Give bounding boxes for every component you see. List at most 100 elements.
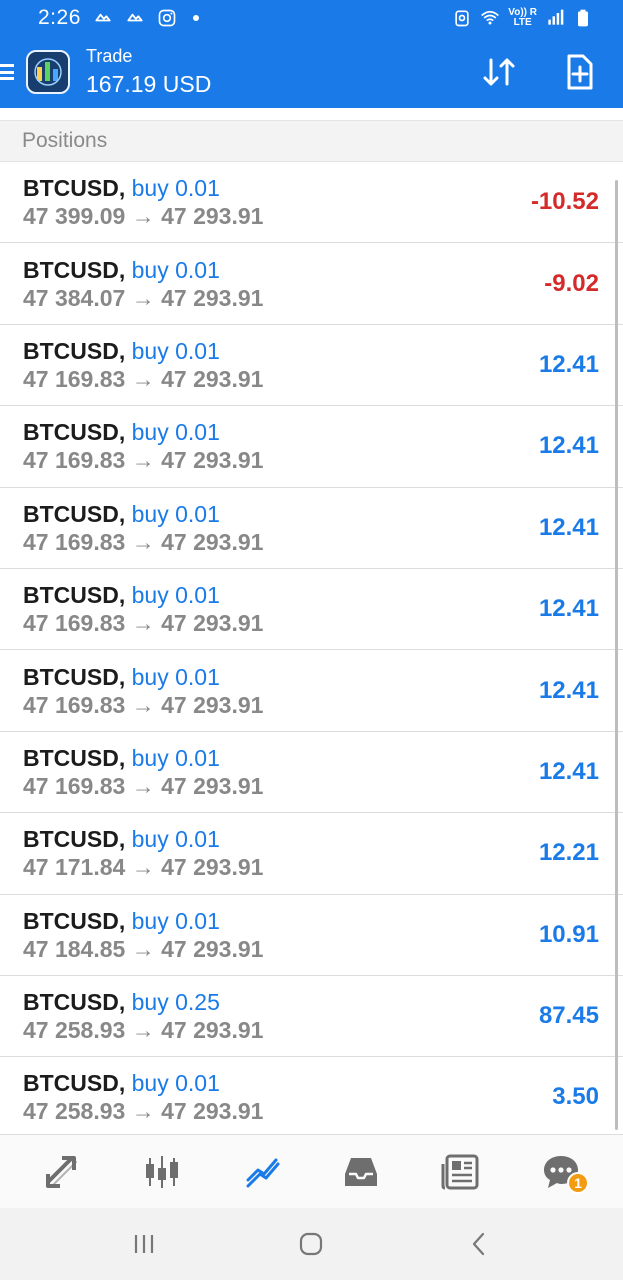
position-row[interactable]: BTCUSD, buy 0.01 47 169.83 → 47 293.91 12.… xyxy=(0,650,623,732)
scrollbar[interactable] xyxy=(615,180,618,1130)
position-symbol: BTCUSD xyxy=(23,907,119,934)
arrow-right-icon: → xyxy=(125,935,162,962)
position-profit: 87.45 xyxy=(538,1002,599,1030)
position-row[interactable]: BTCUSD, buy 0.25 47 258.93 → 47 293.91 87.… xyxy=(0,976,623,1058)
position-row[interactable]: BTCUSD, buy 0.01 47 258.93 → 47 293.91 3.5… xyxy=(0,1057,623,1139)
open-price: 47 169.83 xyxy=(23,365,126,392)
position-symbol: BTCUSD xyxy=(23,582,119,609)
current-price: 47 293.91 xyxy=(161,610,264,637)
position-side: buy 0.01 xyxy=(131,826,220,853)
back-button[interactable] xyxy=(449,1214,509,1274)
position-profit: 3.50 xyxy=(552,1083,599,1111)
chart-icon xyxy=(145,1155,178,1188)
nav-messages[interactable]: 1 xyxy=(531,1142,591,1202)
arrow-right-icon: → xyxy=(125,447,162,474)
arrow-right-icon: → xyxy=(125,854,162,881)
position-row[interactable]: BTCUSD, buy 0.01 47 169.83 → 47 293.91 12.… xyxy=(0,732,623,814)
position-row[interactable]: BTCUSD, buy 0.01 47 169.83 → 47 293.91 12.… xyxy=(0,569,623,651)
menu-icon[interactable] xyxy=(0,62,16,82)
new-order-button[interactable] xyxy=(559,52,599,92)
position-side: buy 0.01 xyxy=(131,907,220,934)
position-profit: 12.41 xyxy=(538,432,599,460)
current-price: 47 293.91 xyxy=(161,691,264,718)
position-row[interactable]: BTCUSD, buy 0.01 47 169.83 → 47 293.91 12.… xyxy=(0,325,623,407)
sort-button[interactable] xyxy=(479,52,519,92)
position-title: BTCUSD, buy 0.01 xyxy=(23,581,263,609)
position-side: buy 0.01 xyxy=(131,1070,220,1097)
open-price: 47 169.83 xyxy=(23,772,126,799)
current-price: 47 293.91 xyxy=(161,1017,264,1044)
account-balance: 167.19 USD xyxy=(86,71,212,97)
position-symbol: BTCUSD xyxy=(23,256,119,283)
signal-icon xyxy=(545,8,565,28)
nav-quotes[interactable] xyxy=(32,1142,92,1202)
position-info: BTCUSD, buy 0.01 47 258.93 → 47 293.91 xyxy=(23,1069,263,1125)
position-info: BTCUSD, buy 0.25 47 258.93 → 47 293.91 xyxy=(23,988,263,1044)
new-order-icon xyxy=(567,54,593,90)
open-price: 47 384.07 xyxy=(23,284,126,311)
position-profit: 12.21 xyxy=(538,839,599,867)
separator: , xyxy=(118,1070,132,1097)
position-side: buy 0.01 xyxy=(131,663,220,690)
current-price: 47 293.91 xyxy=(161,447,264,474)
position-row[interactable]: BTCUSD, buy 0.01 47 169.83 → 47 293.91 12.… xyxy=(0,488,623,569)
back-icon xyxy=(473,1232,485,1256)
open-price: 47 184.85 xyxy=(23,935,126,962)
position-profit: 10.91 xyxy=(538,920,599,948)
quotes-icon xyxy=(45,1155,77,1188)
current-price: 47 293.91 xyxy=(161,935,264,962)
position-info: BTCUSD, buy 0.01 47 169.83 → 47 293.91 xyxy=(23,500,263,556)
position-profit: 12.41 xyxy=(538,350,599,378)
position-title: BTCUSD, buy 0.01 xyxy=(23,1069,263,1097)
recent-apps-icon xyxy=(134,1235,153,1253)
current-price: 47 293.91 xyxy=(161,528,264,555)
arrow-right-icon: → xyxy=(125,691,162,718)
nav-news[interactable] xyxy=(431,1142,491,1202)
position-side: buy 0.01 xyxy=(131,500,220,527)
position-info: BTCUSD, buy 0.01 47 169.83 → 47 293.91 xyxy=(23,744,263,800)
nav-history[interactable] xyxy=(331,1142,391,1202)
position-side: buy 0.01 xyxy=(131,744,220,771)
nav-trade[interactable] xyxy=(232,1142,292,1202)
status-right: Vo)) R LTE xyxy=(452,8,593,28)
position-prices: 47 169.83 → 47 293.91 xyxy=(23,528,263,556)
position-profit: -10.52 xyxy=(530,188,599,216)
position-row[interactable]: BTCUSD, buy 0.01 47 169.83 → 47 293.91 12.… xyxy=(0,406,623,488)
position-symbol: BTCUSD xyxy=(23,337,119,364)
nav-chart[interactable] xyxy=(132,1142,192,1202)
current-price: 47 293.91 xyxy=(161,772,264,799)
position-row[interactable]: BTCUSD, buy 0.01 47 184.85 → 47 293.91 10.… xyxy=(0,895,623,976)
battery-icon xyxy=(573,8,593,28)
messages-badge: 1 xyxy=(567,1171,590,1194)
position-info: BTCUSD, buy 0.01 47 169.83 → 47 293.91 xyxy=(23,337,263,393)
position-side: buy 0.01 xyxy=(131,175,220,202)
position-symbol: BTCUSD xyxy=(23,500,119,527)
position-prices: 47 399.09 → 47 293.91 xyxy=(23,202,263,230)
position-symbol: BTCUSD xyxy=(23,663,119,690)
position-title: BTCUSD, buy 0.01 xyxy=(23,337,263,365)
bottom-nav: 1 xyxy=(0,1134,623,1208)
position-row[interactable]: BTCUSD, buy 0.01 47 384.07 → 47 293.91 -9.… xyxy=(0,243,623,325)
app-logo xyxy=(26,50,70,94)
page-title: Trade xyxy=(86,46,133,66)
system-nav xyxy=(0,1208,623,1280)
instagram-icon xyxy=(157,8,177,28)
open-price: 47 169.83 xyxy=(23,447,126,474)
position-info: BTCUSD, buy 0.01 47 169.83 → 47 293.91 xyxy=(23,581,263,637)
sort-icon xyxy=(483,58,515,86)
position-row[interactable]: BTCUSD, buy 0.01 47 171.84 → 47 293.91 12.… xyxy=(0,813,623,895)
recent-apps-button[interactable] xyxy=(114,1214,174,1274)
open-price: 47 171.84 xyxy=(23,854,126,881)
position-row[interactable]: BTCUSD, buy 0.01 47 399.09 → 47 293.91 -10… xyxy=(0,162,623,244)
arrow-right-icon: → xyxy=(125,203,162,230)
position-prices: 47 384.07 → 47 293.91 xyxy=(23,284,263,312)
arrow-right-icon: → xyxy=(125,365,162,392)
position-symbol: BTCUSD xyxy=(23,419,119,446)
home-button[interactable] xyxy=(281,1214,341,1274)
separator: , xyxy=(118,989,132,1016)
position-info: BTCUSD, buy 0.01 47 171.84 → 47 293.91 xyxy=(23,825,263,881)
position-title: BTCUSD, buy 0.01 xyxy=(23,744,263,772)
position-info: BTCUSD, buy 0.01 47 169.83 → 47 293.91 xyxy=(23,418,263,474)
current-price: 47 293.91 xyxy=(161,1098,264,1125)
position-side: buy 0.25 xyxy=(131,989,220,1016)
